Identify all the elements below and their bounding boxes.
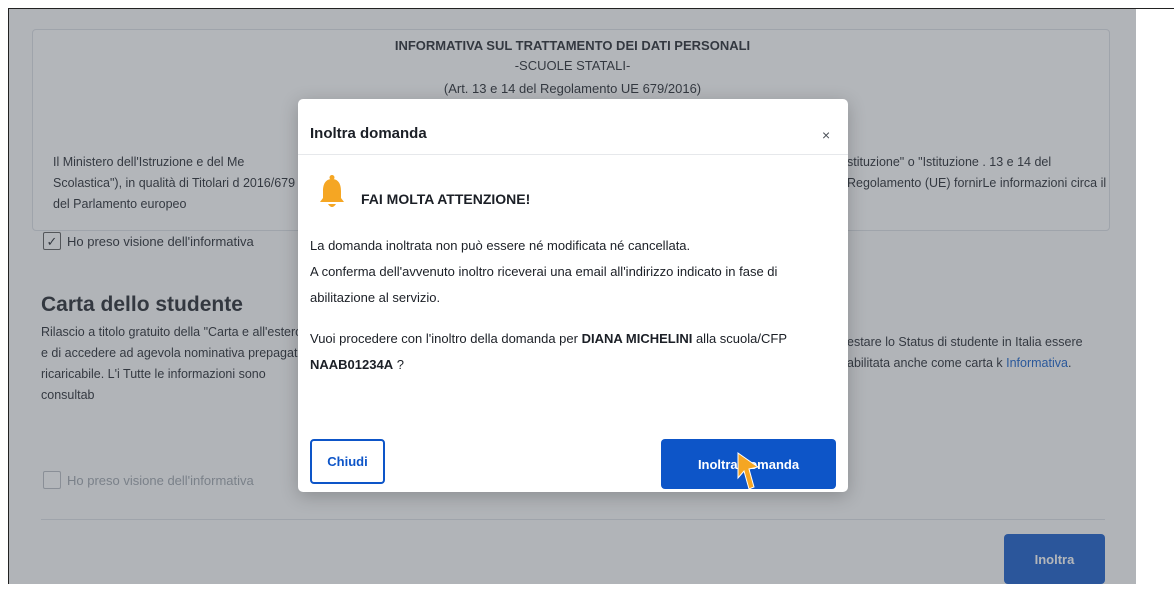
question-start: Vuoi procedere con l'inoltro della doman… (310, 331, 578, 346)
dialog-text-line2: A conferma dell'avvenuto inoltro ricever… (310, 264, 778, 305)
chiudi-button[interactable]: Chiudi (310, 439, 385, 484)
question-end: ? (396, 357, 404, 372)
student-name: DIANA MICHELINI (581, 331, 693, 346)
dialog-text-line1: La domanda inoltrata non può essere né m… (310, 238, 691, 253)
browser-viewport: INFORMATIVA SUL TRATTAMENTO DEI DATI PER… (8, 8, 1136, 584)
dialog-header-divider (298, 154, 848, 155)
school-code: NAAB01234A (310, 357, 394, 372)
frame-edge (1135, 8, 1174, 9)
warning-title: FAI MOLTA ATTENZIONE! (361, 191, 531, 207)
confirm-dialog: Inoltra domanda × FAI MOLTA ATTENZIONE! … (298, 99, 848, 492)
question-mid: alla scuola/CFP (695, 331, 787, 346)
dialog-title: Inoltra domanda (310, 125, 427, 142)
close-icon[interactable]: × (822, 127, 830, 143)
dialog-question: Vuoi procedere con l'inoltro della doman… (310, 326, 830, 378)
bell-icon (320, 175, 344, 207)
hand-cursor-icon (737, 452, 760, 490)
dialog-info-text: La domanda inoltrata non può essere né m… (310, 233, 840, 311)
